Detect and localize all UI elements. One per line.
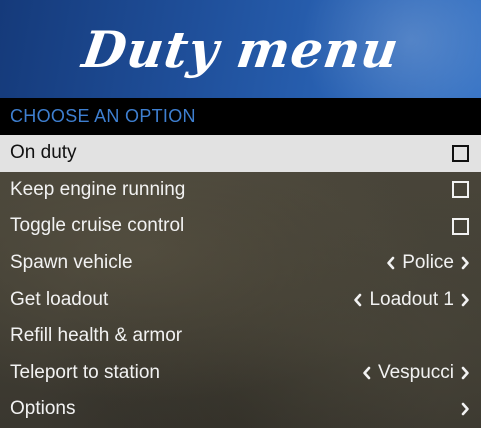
chevron-right-icon[interactable]	[460, 256, 470, 270]
menu-item-spawn-vehicle[interactable]: Spawn vehicle Police	[0, 245, 481, 282]
menu-item-keep-engine-running[interactable]: Keep engine running	[0, 172, 481, 209]
menu-item-label: Teleport to station	[10, 361, 160, 383]
checkbox-icon[interactable]	[452, 144, 469, 162]
chevron-left-icon[interactable]	[362, 366, 372, 380]
menu-title: Duty menu	[78, 19, 403, 79]
menu-item-options[interactable]: Options	[0, 391, 481, 428]
menu-item-label: Get loadout	[10, 288, 109, 310]
menu-item-label: Keep engine running	[10, 178, 186, 200]
subheader-label: CHOOSE AN OPTION	[10, 106, 196, 126]
checkbox-icon[interactable]	[452, 217, 469, 235]
menu-item-label: Refill health & armor	[10, 325, 183, 347]
list-value: Police	[402, 252, 454, 274]
checkbox-icon[interactable]	[452, 181, 469, 199]
menu-item-teleport-to-station[interactable]: Teleport to station Vespucci	[0, 355, 481, 392]
chevron-left-icon[interactable]	[353, 293, 363, 307]
menu-item-refill-health-armor[interactable]: Refill health & armor	[0, 318, 481, 355]
chevron-right-icon[interactable]	[460, 402, 470, 416]
menu-banner: Duty menu	[0, 0, 481, 98]
menu-item-label: Toggle cruise control	[10, 215, 185, 237]
menu-subheader: CHOOSE AN OPTION	[0, 98, 481, 135]
chevron-left-icon[interactable]	[386, 256, 396, 270]
chevron-right-icon[interactable]	[460, 293, 470, 307]
menu-item-get-loadout[interactable]: Get loadout Loadout 1	[0, 281, 481, 318]
list-value: Vespucci	[377, 361, 454, 383]
menu-item-label: Spawn vehicle	[10, 252, 133, 274]
menu-items: On duty Keep engine running Toggle cruis…	[0, 135, 481, 428]
chevron-right-icon[interactable]	[460, 366, 470, 380]
menu-item-label: On duty	[10, 142, 77, 164]
menu-item-on-duty[interactable]: On duty	[0, 135, 481, 172]
menu-item-toggle-cruise-control[interactable]: Toggle cruise control	[0, 208, 481, 245]
list-value: Loadout 1	[369, 288, 454, 310]
menu-item-label: Options	[10, 398, 76, 420]
